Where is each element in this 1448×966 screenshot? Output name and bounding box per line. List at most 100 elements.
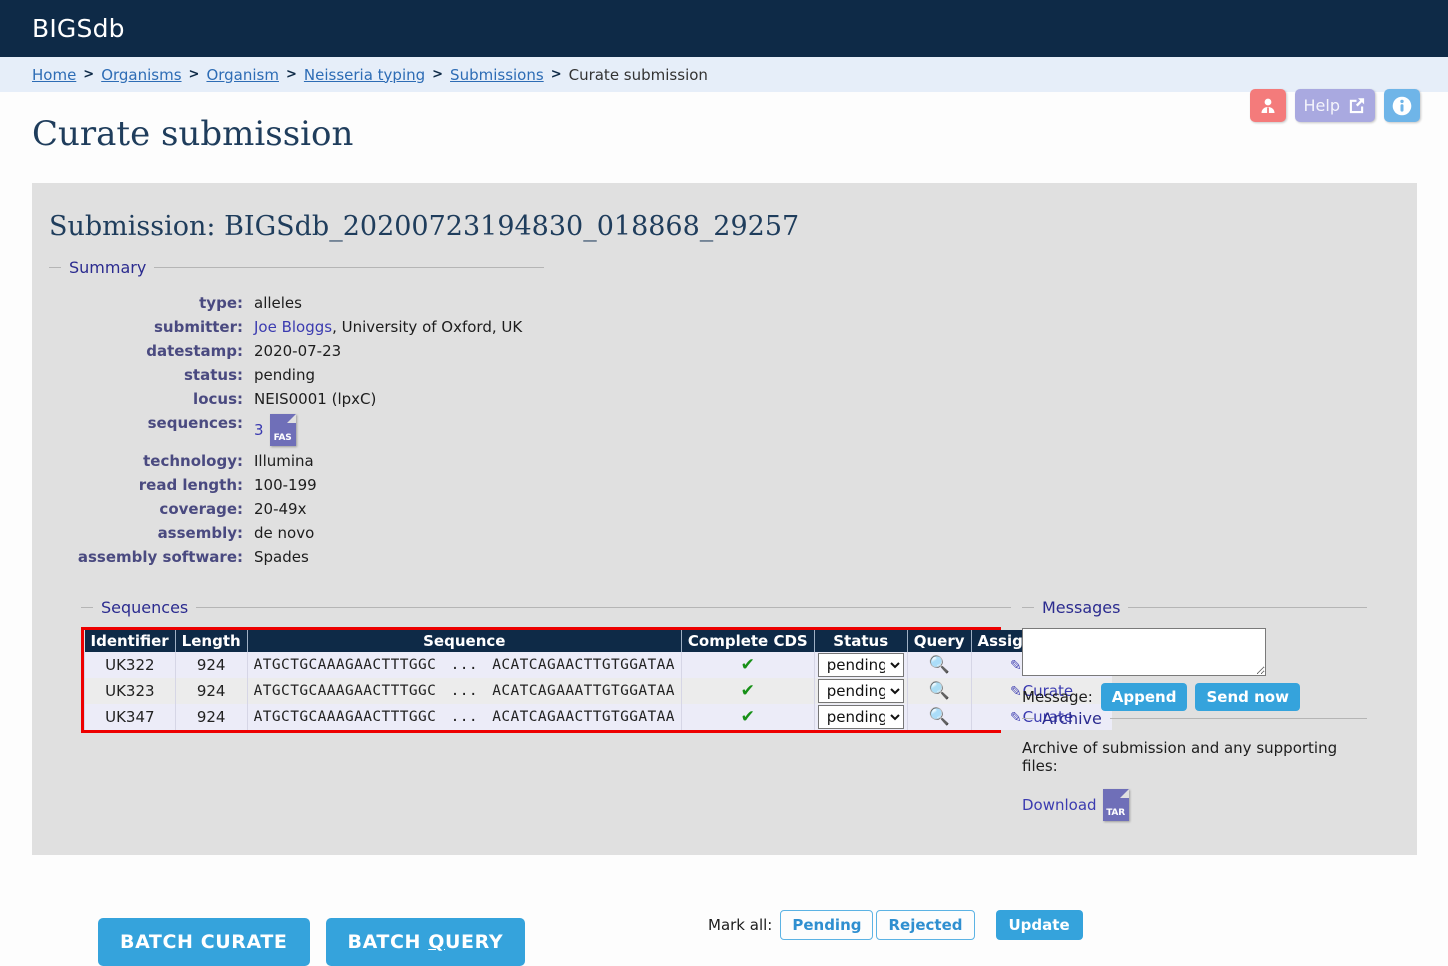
sequence-end: ACATCAGAACTTGTGGATAA xyxy=(492,657,675,673)
sequence-start: ATGCTGCAAAGAACTTTGGC xyxy=(253,657,437,673)
breadcrumb-separator: > xyxy=(432,67,444,82)
summary-value: NEIS0001 (lpxC) xyxy=(254,390,377,408)
info-icon[interactable] xyxy=(1384,89,1420,122)
table-row: UK347 924 ATGCTGCAAAGAACTTTGGC... ACATCAG… xyxy=(84,704,1112,730)
summary-value: 3 FAS xyxy=(254,411,544,449)
tar-file-icon[interactable]: TAR xyxy=(1102,789,1129,821)
cell-identifier: UK347 xyxy=(84,704,176,730)
search-icon[interactable]: 🔍 xyxy=(929,709,950,726)
sequences-legend: Sequences xyxy=(101,598,189,617)
app-header: BIGSdb xyxy=(0,0,1448,57)
sequence-start: ATGCTGCAAAGAACTTTGGC xyxy=(253,709,437,725)
submitter-link[interactable]: Joe Bloggs xyxy=(254,318,332,336)
sequence-ellipsis: ... xyxy=(450,709,478,725)
breadcrumb: Home > Organisms > Organism > Neisseria … xyxy=(0,57,1448,92)
status-select[interactable]: pending accepted rejected xyxy=(817,653,904,677)
cell-identifier: UK323 xyxy=(84,678,176,704)
fasta-badge-label: FAS xyxy=(273,433,292,443)
submission-title: Submission: BIGSdb_20200723194830_018868… xyxy=(49,211,800,242)
archive-download: Download TAR xyxy=(1022,789,1367,821)
summary-value: Joe Bloggs, University of Oxford, UK xyxy=(254,315,544,339)
cell-query[interactable]: 🔍 xyxy=(906,678,971,704)
column-header-identifier: Identifier xyxy=(84,630,176,652)
summary-row-assembly: assembly: de novo xyxy=(49,521,544,545)
summary-row-submitter: submitter: Joe Bloggs, University of Oxf… xyxy=(49,315,544,339)
summary-row-read-length: read length: 100-199 xyxy=(49,473,544,497)
summary-value: de novo xyxy=(254,524,315,542)
breadcrumb-item-organisms[interactable]: Organisms xyxy=(101,66,181,84)
update-button[interactable]: Update xyxy=(995,910,1083,940)
table-row: UK323 924 ATGCTGCAAAGAACTTTGGC... ACATCAG… xyxy=(84,678,1112,704)
column-header-complete-cds: Complete CDS xyxy=(680,630,815,652)
sequences-table: Identifier Length Sequence Complete CDS … xyxy=(84,630,1112,730)
send-message-button[interactable]: Send now xyxy=(1195,683,1300,711)
user-icon[interactable] xyxy=(1249,89,1286,122)
append-message-button[interactable]: Append xyxy=(1100,683,1188,711)
search-icon[interactable]: 🔍 xyxy=(929,657,950,674)
cell-sequence: ATGCTGCAAAGAACTTTGGC... ACATCAGAAATTGTGGA… xyxy=(246,678,682,704)
breadcrumb-item-organism[interactable]: Organism xyxy=(206,66,279,84)
mark-all-pending-button[interactable]: Pending xyxy=(780,910,874,940)
summary-value: 20-49x xyxy=(254,500,307,518)
message-label: Message: xyxy=(1022,688,1093,706)
cell-length: 924 xyxy=(174,704,248,730)
sequence-end: ACATCAGAACTTGTGGATAA xyxy=(492,709,675,725)
header-action-icons: Help xyxy=(1249,89,1420,122)
messages-section: Messages Message: Append Send now xyxy=(1022,598,1367,711)
status-select[interactable]: pending accepted rejected xyxy=(817,705,904,729)
summary-label: submitter: xyxy=(153,318,243,336)
message-input[interactable] xyxy=(1022,628,1266,676)
search-icon[interactable]: 🔍 xyxy=(929,683,950,700)
summary-label: coverage: xyxy=(159,500,243,518)
breadcrumb-separator: > xyxy=(285,67,297,82)
mark-all-rejected-button[interactable]: Rejected xyxy=(876,910,975,940)
status-select[interactable]: pending accepted rejected xyxy=(817,679,904,703)
summary-value: Spades xyxy=(254,548,309,566)
summary-row-status: status: pending xyxy=(49,363,544,387)
cell-status: pending accepted rejected xyxy=(813,652,908,678)
cell-status: pending accepted rejected xyxy=(813,704,908,730)
summary-legend: Summary xyxy=(69,258,147,277)
summary-value: Illumina xyxy=(254,452,314,470)
check-icon: ✔ xyxy=(740,681,755,701)
archive-section: Archive Archive of submission and any su… xyxy=(1022,709,1367,821)
breadcrumb-item-home[interactable]: Home xyxy=(32,66,76,84)
breadcrumb-separator: > xyxy=(550,67,562,82)
column-header-length: Length xyxy=(174,630,248,652)
summary-label: datestamp: xyxy=(146,342,243,360)
summary-row-technology: technology: Illumina xyxy=(49,449,544,473)
tar-badge-label: TAR xyxy=(1106,808,1125,818)
submitter-affiliation: , University of Oxford, UK xyxy=(332,318,523,336)
batch-query-button[interactable]: BATCH QUERY xyxy=(325,918,526,966)
archive-legend: Archive xyxy=(1042,709,1102,728)
table-row: UK322 924 ATGCTGCAAAGAACTTTGGC... ACATCAG… xyxy=(84,652,1112,678)
sequences-section: Sequences Identifier Length Sequence Com… xyxy=(81,598,1112,733)
fasta-file-icon[interactable]: FAS xyxy=(269,414,296,446)
sequences-count-link[interactable]: 3 xyxy=(254,421,264,439)
column-header-query: Query xyxy=(906,630,971,652)
summary-label: locus: xyxy=(193,390,243,408)
sequence-ellipsis: ... xyxy=(450,683,478,699)
mark-all-label: Mark all: xyxy=(708,916,773,934)
summary-value: alleles xyxy=(254,294,302,312)
summary-row-datestamp: datestamp: 2020-07-23 xyxy=(49,339,544,363)
cell-query[interactable]: 🔍 xyxy=(906,704,971,730)
app-brand: BIGSdb xyxy=(32,14,125,43)
content-panel: Submission: BIGSdb_20200723194830_018868… xyxy=(32,183,1417,966)
check-icon: ✔ xyxy=(740,655,755,675)
cell-query[interactable]: 🔍 xyxy=(906,652,971,678)
help-button[interactable]: Help xyxy=(1294,89,1375,122)
batch-curate-button[interactable]: BATCH CURATE xyxy=(98,918,310,966)
breadcrumb-item-neisseria-typing[interactable]: Neisseria typing xyxy=(304,66,425,84)
pencil-icon: ✎ xyxy=(1009,658,1022,674)
column-header-sequence: Sequence xyxy=(246,630,682,652)
download-link[interactable]: Download xyxy=(1022,796,1097,814)
summary-value: 2020-07-23 xyxy=(254,342,342,360)
breadcrumb-item-submissions[interactable]: Submissions xyxy=(450,66,544,84)
summary-row-assembly-software: assembly software: Spades xyxy=(49,545,544,569)
pencil-icon: ✎ xyxy=(1009,684,1022,700)
summary-label: technology: xyxy=(143,452,243,470)
external-link-icon xyxy=(1349,98,1365,114)
summary-value: pending xyxy=(254,366,315,384)
cell-complete-cds: ✔ xyxy=(680,704,815,730)
